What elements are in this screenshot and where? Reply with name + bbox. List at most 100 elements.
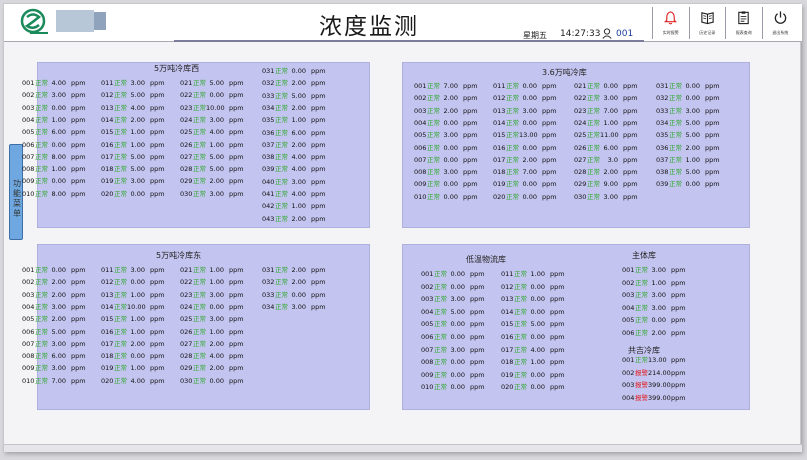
sensor-row[interactable]: 011正常 0.00 ppm — [493, 82, 557, 91]
sensor-row[interactable]: 002报警214.00ppm — [622, 369, 686, 378]
sensor-row[interactable]: 002正常 0.00 ppm — [421, 283, 485, 292]
sensor-row[interactable]: 003正常 2.00 ppm — [22, 291, 86, 300]
sensor-row[interactable]: 042正常 1.00 ppm — [262, 202, 326, 211]
sensor-row[interactable]: 010正常 7.00 ppm — [22, 377, 86, 386]
sensor-row[interactable]: 011正常 3.00 ppm — [101, 266, 165, 275]
sensor-row[interactable]: 015正常13.00 ppm — [493, 131, 557, 140]
history-button[interactable]: 历史记录 — [688, 7, 726, 39]
sensor-row[interactable]: 032正常 2.00 ppm — [262, 79, 326, 88]
sensor-row[interactable]: 022正常 1.00 ppm — [180, 278, 244, 287]
sensor-row[interactable]: 014正常 0.00 ppm — [501, 308, 565, 317]
sensor-row[interactable]: 022正常 3.00 ppm — [574, 94, 638, 103]
sensor-row[interactable]: 032正常 0.00 ppm — [656, 94, 720, 103]
sensor-row[interactable]: 027正常 2.00 ppm — [180, 340, 244, 349]
sensor-row[interactable]: 015正常 1.00 ppm — [101, 128, 165, 137]
sensor-row[interactable]: 030正常 0.00 ppm — [180, 377, 244, 386]
sensor-row[interactable]: 034正常 3.00 ppm — [262, 303, 326, 312]
sensor-row[interactable]: 013正常 1.00 ppm — [101, 291, 165, 300]
sensor-row[interactable]: 005正常 0.00 ppm — [622, 316, 686, 325]
sensor-row[interactable]: 001正常 4.00 ppm — [22, 79, 86, 88]
sensor-row[interactable]: 023正常 3.00 ppm — [180, 291, 244, 300]
sensor-row[interactable]: 017正常 2.00 ppm — [101, 340, 165, 349]
sensor-row[interactable]: 004正常 5.00 ppm — [421, 308, 485, 317]
sensor-row[interactable]: 008正常 6.00 ppm — [22, 352, 86, 361]
sensor-row[interactable]: 029正常 2.00 ppm — [180, 364, 244, 373]
sensor-row[interactable]: 017正常 5.00 ppm — [101, 153, 165, 162]
sensor-row[interactable]: 006正常 0.00 ppm — [421, 333, 485, 342]
sensor-row[interactable]: 004正常 0.00 ppm — [414, 119, 478, 128]
sensor-row[interactable]: 023正常 7.00 ppm — [574, 107, 638, 116]
sensor-row[interactable]: 016正常 0.00 ppm — [501, 333, 565, 342]
sensor-row[interactable]: 019正常 1.00 ppm — [101, 364, 165, 373]
sensor-row[interactable]: 022正常 0.00 ppm — [180, 91, 244, 100]
sensor-row[interactable]: 034正常 5.00 ppm — [656, 119, 720, 128]
sensor-row[interactable]: 018正常 1.00 ppm — [501, 358, 565, 367]
alarm-button[interactable]: 实时报警 — [652, 7, 689, 39]
sensor-row[interactable]: 006正常 5.00 ppm — [22, 328, 86, 337]
sensor-row[interactable]: 026正常 1.00 ppm — [180, 328, 244, 337]
sensor-row[interactable]: 036正常 6.00 ppm — [262, 129, 326, 138]
sensor-row[interactable]: 014正常 2.00 ppm — [101, 116, 165, 125]
sensor-row[interactable]: 031正常 0.00 ppm — [262, 67, 326, 76]
sensor-row[interactable]: 003报警399.00ppm — [622, 381, 686, 390]
sensor-row[interactable]: 035正常 1.00 ppm — [262, 116, 326, 125]
sensor-row[interactable]: 001正常 0.00 ppm — [421, 270, 485, 279]
sensor-row[interactable]: 005正常 2.00 ppm — [22, 315, 86, 324]
sensor-row[interactable]: 025正常11.00 ppm — [574, 131, 638, 140]
sensor-row[interactable]: 012正常 5.00 ppm — [101, 91, 165, 100]
sensor-row[interactable]: 013正常 0.00 ppm — [501, 295, 565, 304]
sensor-row[interactable]: 028正常 5.00 ppm — [180, 165, 244, 174]
sensor-row[interactable]: 026正常 6.00 ppm — [574, 144, 638, 153]
sensor-row[interactable]: 004正常 3.00 ppm — [22, 303, 86, 312]
sensor-row[interactable]: 007正常 3.00 ppm — [22, 340, 86, 349]
sensor-row[interactable]: 017正常 4.00 ppm — [501, 346, 565, 355]
sensor-row[interactable]: 031正常 0.00 ppm — [656, 82, 720, 91]
sensor-row[interactable]: 026正常 1.00 ppm — [180, 141, 244, 150]
sensor-row[interactable]: 014正常10.00 ppm — [101, 303, 165, 312]
sensor-row[interactable]: 002正常 3.00 ppm — [22, 91, 86, 100]
sensor-row[interactable]: 027正常 5.00 ppm — [180, 153, 244, 162]
sensor-row[interactable]: 010正常 0.00 ppm — [421, 383, 485, 392]
sensor-row[interactable]: 011正常 3.00 ppm — [101, 79, 165, 88]
sensor-row[interactable]: 037正常 2.00 ppm — [262, 141, 326, 150]
sensor-row[interactable]: 033正常 3.00 ppm — [656, 107, 720, 116]
exit-button[interactable]: 退出系统 — [761, 7, 799, 39]
sensor-row[interactable]: 033正常 0.00 ppm — [262, 291, 326, 300]
sensor-row[interactable]: 008正常 3.00 ppm — [414, 168, 478, 177]
sensor-row[interactable]: 009正常 0.00 ppm — [414, 180, 478, 189]
sensor-row[interactable]: 012正常 0.00 ppm — [501, 283, 565, 292]
report-button[interactable]: 报表查询 — [725, 7, 762, 39]
sensor-row[interactable]: 034正常 2.00 ppm — [262, 104, 326, 113]
sensor-row[interactable]: 030正常 3.00 ppm — [180, 190, 244, 199]
sensor-row[interactable]: 014正常 0.00 ppm — [493, 119, 557, 128]
sensor-row[interactable]: 032正常 2.00 ppm — [262, 278, 326, 287]
sensor-row[interactable]: 001正常 0.00 ppm — [22, 266, 86, 275]
sensor-row[interactable]: 009正常 0.00 ppm — [22, 177, 86, 186]
sensor-row[interactable]: 003正常 2.00 ppm — [414, 107, 478, 116]
sensor-row[interactable]: 013正常 3.00 ppm — [493, 107, 557, 116]
sensor-row[interactable]: 015正常 1.00 ppm — [101, 315, 165, 324]
sensor-row[interactable]: 020正常 0.00 ppm — [101, 190, 165, 199]
sensor-row[interactable]: 001正常 7.00 ppm — [414, 82, 478, 91]
sensor-row[interactable]: 025正常 4.00 ppm — [180, 128, 244, 137]
sensor-row[interactable]: 027正常 3.0 ppm — [574, 156, 638, 165]
sensor-row[interactable]: 035正常 5.00 ppm — [656, 131, 720, 140]
sensor-row[interactable]: 005正常 6.00 ppm — [22, 128, 86, 137]
sensor-row[interactable]: 024正常 3.00 ppm — [180, 116, 244, 125]
sensor-row[interactable]: 029正常 2.00 ppm — [180, 177, 244, 186]
sensor-row[interactable]: 005正常 0.00 ppm — [421, 320, 485, 329]
sensor-row[interactable]: 018正常 5.00 ppm — [101, 165, 165, 174]
sensor-row[interactable]: 001正常13.00 ppm — [622, 356, 686, 365]
sensor-row[interactable]: 020正常 0.00 ppm — [493, 193, 557, 202]
sensor-row[interactable]: 001正常 3.00 ppm — [622, 266, 686, 275]
sensor-row[interactable]: 002正常 2.00 ppm — [22, 278, 86, 287]
sensor-row[interactable]: 019正常 0.00 ppm — [493, 180, 557, 189]
sensor-row[interactable]: 021正常 5.00 ppm — [180, 79, 244, 88]
sensor-row[interactable]: 002正常 2.00 ppm — [414, 94, 478, 103]
sensor-row[interactable]: 020正常 4.00 ppm — [101, 377, 165, 386]
sensor-row[interactable]: 031正常 2.00 ppm — [262, 266, 326, 275]
sensor-row[interactable]: 021正常 1.00 ppm — [180, 266, 244, 275]
sensor-row[interactable]: 025正常 3.00 ppm — [180, 315, 244, 324]
sensor-row[interactable]: 036正常 2.00 ppm — [656, 144, 720, 153]
sensor-row[interactable]: 028正常 4.00 ppm — [180, 352, 244, 361]
